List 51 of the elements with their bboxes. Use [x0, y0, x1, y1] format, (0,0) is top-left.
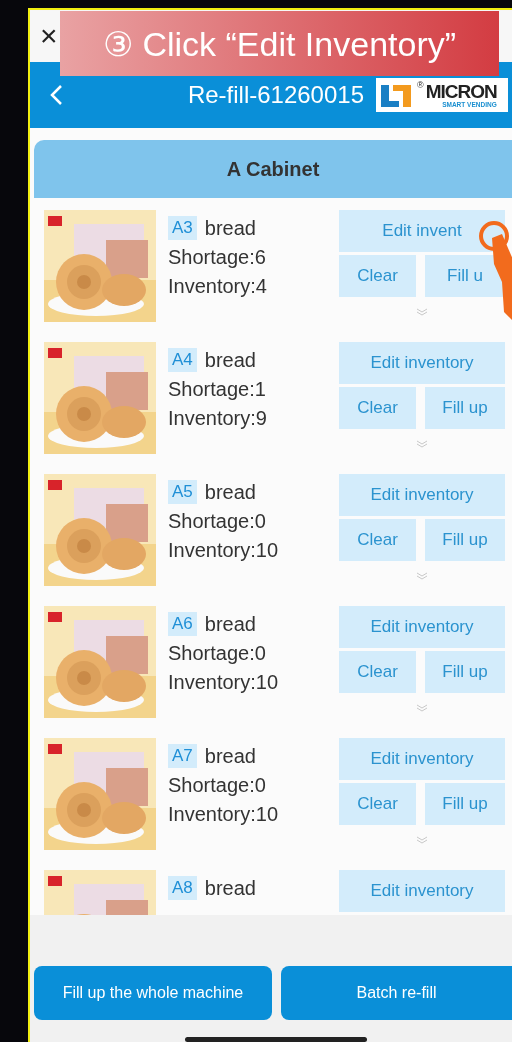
slot-code: A6: [168, 612, 197, 636]
instruction-banner: ③ Click “Edit Inventory”: [60, 11, 499, 76]
clear-button[interactable]: Clear: [339, 387, 416, 429]
edit-inventory-button[interactable]: Edit inventory: [339, 342, 505, 384]
product-name: bread: [204, 480, 256, 504]
product-name: bread: [204, 216, 256, 240]
clear-button[interactable]: Clear: [339, 651, 416, 693]
double-chevron-icon[interactable]: [416, 836, 428, 844]
edit-inventory-button[interactable]: Edit inventory: [339, 474, 505, 516]
double-chevron-icon[interactable]: [416, 572, 428, 580]
fill-up-button[interactable]: Fill u: [425, 255, 505, 297]
slot-code: A8: [168, 876, 197, 900]
fill-up-button[interactable]: Fill up: [425, 387, 505, 429]
product-name: bread: [204, 612, 256, 636]
edit-inventory-button[interactable]: Edit inventory: [339, 870, 505, 912]
product-name: bread: [204, 744, 256, 768]
inventory-text: Inventory:4: [168, 275, 268, 298]
logo-name: MICRON: [425, 82, 497, 101]
slot-code: A3: [168, 216, 197, 240]
inventory-text: Inventory:9: [168, 407, 268, 430]
edit-inventory-button[interactable]: Edit inventory: [339, 606, 505, 648]
page-title: Re-fill-61260015: [187, 81, 364, 109]
slot-code: A5: [168, 480, 197, 504]
fill-up-button[interactable]: Fill up: [425, 783, 505, 825]
double-chevron-icon[interactable]: [416, 440, 428, 448]
product-name: bread: [204, 348, 256, 372]
shortage-text: Shortage:6: [168, 246, 267, 269]
fill-up-button[interactable]: Fill up: [425, 519, 505, 561]
edit-inventory-button[interactable]: Edit invent: [339, 210, 505, 252]
double-chevron-icon[interactable]: [416, 308, 428, 316]
edit-inventory-button[interactable]: Edit inventory: [339, 738, 505, 780]
shortage-text: Shortage:0: [168, 774, 267, 797]
shortage-text: Shortage:0: [168, 510, 267, 533]
inventory-text: Inventory:10: [168, 539, 280, 562]
fill-whole-machine-button[interactable]: Fill up the whole machine: [34, 966, 272, 1020]
inventory-text: Inventory:10: [168, 671, 280, 694]
registered-mark: ®: [417, 80, 424, 90]
slot-code: A4: [168, 348, 197, 372]
fill-up-button[interactable]: Fill up: [425, 651, 505, 693]
inventory-text: Inventory:10: [168, 803, 280, 826]
close-button[interactable]: ×: [40, 21, 58, 51]
cabinet-header: A Cabinet: [34, 140, 512, 198]
shortage-text: Shortage:0: [168, 642, 267, 665]
clear-button[interactable]: Clear: [339, 783, 416, 825]
clear-button[interactable]: Clear: [339, 519, 416, 561]
shortage-text: Shortage:1: [168, 378, 267, 401]
double-chevron-icon[interactable]: [416, 704, 428, 712]
batch-refill-button[interactable]: Batch re-fill: [281, 966, 512, 1020]
slot-code: A7: [168, 744, 197, 768]
clear-button[interactable]: Clear: [339, 255, 416, 297]
product-name: bread: [204, 876, 256, 900]
